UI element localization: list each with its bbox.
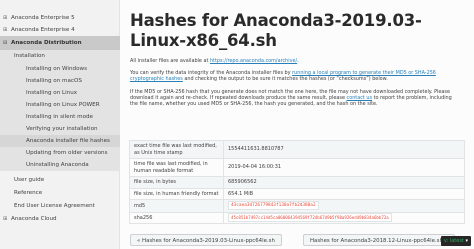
table-row: time file was last modified, in human re… xyxy=(129,158,465,177)
sidebar-item-label: Reference xyxy=(14,190,43,196)
table-row: exact time file was last modified, as Un… xyxy=(129,140,465,159)
sidebar-item-file-hashes[interactable]: Anaconda installer file hashes xyxy=(0,135,120,147)
sidebar-item-label: Installing in silent mode xyxy=(26,114,93,120)
row-key: exact time file was last modified, as Un… xyxy=(129,140,224,159)
archive-link[interactable]: https://repo.anaconda.com/archive/ xyxy=(210,58,297,64)
sidebar-item-label: Installation xyxy=(14,53,45,59)
all-files-paragraph: All installer files are available at htt… xyxy=(130,58,460,64)
sidebar-item-label: Anaconda Distribution xyxy=(11,40,82,46)
sidebar-item-updating[interactable]: Updating from older versions xyxy=(0,147,120,159)
table-row: file size, in bytes 685906562 xyxy=(129,176,465,189)
row-value: 685906562 xyxy=(223,176,465,189)
sidebar-item-enterprise-4[interactable]: ⊞ Anaconda Enterprise 4 xyxy=(0,24,120,36)
text: You can verify the data integrity of the… xyxy=(130,70,293,76)
sidebar-item-distribution[interactable]: ⊟ Anaconda Distribution xyxy=(0,36,120,50)
sidebar-item-installation[interactable]: Installation xyxy=(0,50,120,63)
table-row: sha256 45c851b7497cc14d5ca060064394569f72… xyxy=(129,211,465,224)
row-value-cell: 43caea3d726779843f130a7fb2d380a2 xyxy=(223,199,465,213)
sidebar-item-reference[interactable]: Reference xyxy=(0,187,120,199)
row-value: 1554411631.8810787 xyxy=(223,140,465,159)
row-key: sha256 xyxy=(129,211,224,224)
sidebar-item-windows[interactable]: Installing on Windows xyxy=(0,63,120,75)
text: . xyxy=(297,58,299,64)
contact-us-link[interactable]: contact us xyxy=(347,95,373,101)
sidebar-item-label: Anaconda Cloud xyxy=(11,216,57,222)
sidebar-item-user-guide[interactable]: User guide xyxy=(0,173,120,187)
version-selector[interactable]: v: latest ▾ xyxy=(440,236,471,246)
row-key: file size, in bytes xyxy=(129,176,224,189)
sidebar-item-label: Uninstalling Anaconda xyxy=(26,162,89,168)
row-key: file size, in human friendly format xyxy=(129,187,224,200)
sidebar-item-verifying[interactable]: Verifying your installation xyxy=(0,123,120,135)
sidebar-item-label: Installing on Linux xyxy=(26,90,78,96)
text: and checking the output to be sure it ma… xyxy=(182,76,388,83)
next-page-button[interactable]: Hashes for Anaconda3-2018.12-Linux-ppc64… xyxy=(303,234,455,246)
sidebar-item-uninstalling[interactable]: Uninstalling Anaconda xyxy=(0,159,120,171)
sidebar-item-label: End User License Agreement xyxy=(14,203,95,209)
sidebar-item-linux-power[interactable]: Installing on Linux POWER xyxy=(0,99,120,111)
row-value: 654.1 MiB xyxy=(223,187,465,200)
row-value: 2019-04-04 16:00:31 xyxy=(223,158,465,177)
table-row: md5 43caea3d726779843f130a7fb2d380a2 xyxy=(129,199,465,213)
sidebar-item-label: Verifying your installation xyxy=(26,126,98,132)
caret-down-icon: ▾ xyxy=(465,238,468,244)
expand-icon[interactable]: ⊞ xyxy=(3,213,11,225)
md5-hash: 43caea3d726779843f130a7fb2d380a2 xyxy=(228,201,319,210)
page-title: Hashes for Anaconda3-2019.03-Linux-x86_6… xyxy=(130,11,422,50)
sidebar-item-linux[interactable]: Installing on Linux xyxy=(0,87,120,99)
main-content: Hashes for Anaconda3-2019.03-Linux-x86_6… xyxy=(121,0,474,249)
sidebar-item-silent-mode[interactable]: Installing in silent mode xyxy=(0,111,120,123)
prev-page-button[interactable]: « Hashes for Anaconda3-2019.03-Linux-ppc… xyxy=(130,234,282,246)
sidebar-item-label: Anaconda installer file hashes xyxy=(26,138,110,144)
sidebar-item-label: Anaconda Enterprise 4 xyxy=(11,27,75,33)
sha256-hash: 45c851b7497cc14d5ca060064394569f724b67d9… xyxy=(228,212,392,222)
sidebar-item-cloud[interactable]: ⊞ Anaconda Cloud xyxy=(0,213,120,225)
hashes-table: exact time file was last modified, as Un… xyxy=(129,140,465,224)
sidebar-item-label: Installing on Linux POWER xyxy=(26,102,100,108)
table-row: file size, in human friendly format 654.1… xyxy=(129,187,465,200)
sidebar-item-enterprise-5[interactable]: ⊞ Anaconda Enterprise 5 xyxy=(0,12,120,24)
text: All installer files are available at xyxy=(130,58,210,64)
version-label: v: latest xyxy=(443,238,464,244)
row-key: md5 xyxy=(129,199,224,213)
mismatch-paragraph: If the MD5 or SHA-256 hash that you gene… xyxy=(130,89,460,107)
verify-paragraph: You can verify the data integrity of the… xyxy=(130,70,460,82)
row-value-cell: 45c851b7497cc14d5ca060064394569f724b67d9… xyxy=(223,211,465,224)
row-key: time file was last modified, in human re… xyxy=(129,158,224,177)
sidebar-item-label: Anaconda Enterprise 5 xyxy=(11,15,75,21)
sidebar-nav: ⊞ Anaconda Enterprise 5 ⊞ Anaconda Enterpr… xyxy=(0,0,120,249)
expand-icon[interactable]: ⊞ xyxy=(3,12,11,24)
sidebar-item-label: Installing on Windows xyxy=(26,66,87,72)
sidebar-item-label: Updating from older versions xyxy=(26,150,108,156)
collapse-icon[interactable]: ⊟ xyxy=(3,36,11,50)
sidebar-item-macos[interactable]: Installing on macOS xyxy=(0,75,120,87)
sidebar-item-eula[interactable]: End User License Agreement xyxy=(0,199,120,213)
sidebar-item-label: User guide xyxy=(14,177,45,183)
expand-icon[interactable]: ⊞ xyxy=(3,24,11,36)
sidebar-item-label: Installing on macOS xyxy=(26,78,82,84)
